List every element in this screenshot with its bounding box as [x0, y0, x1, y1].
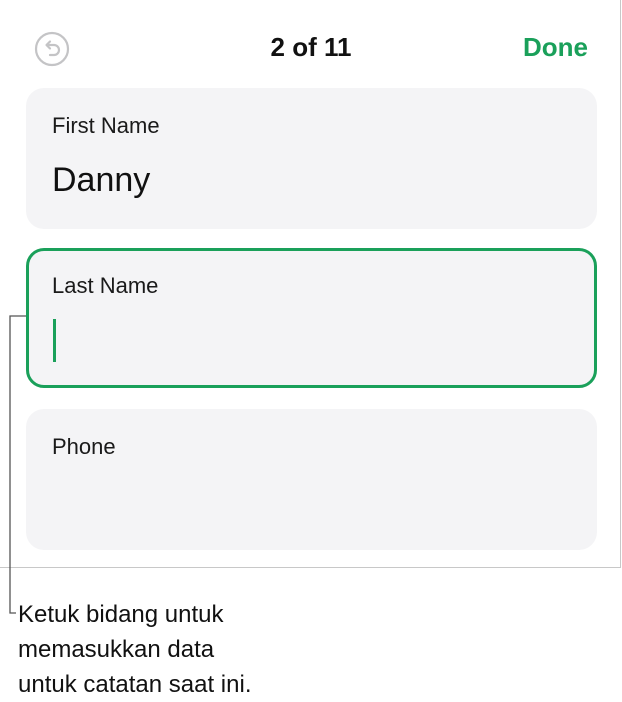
- callout-text: Ketuk bidang untuk memasukkan data untuk…: [18, 597, 438, 702]
- callout-line-1: Ketuk bidang untuk: [18, 601, 224, 628]
- callout-line-2: memasukkan data: [18, 636, 215, 663]
- callout-line-3: untuk catatan saat ini.: [18, 671, 252, 698]
